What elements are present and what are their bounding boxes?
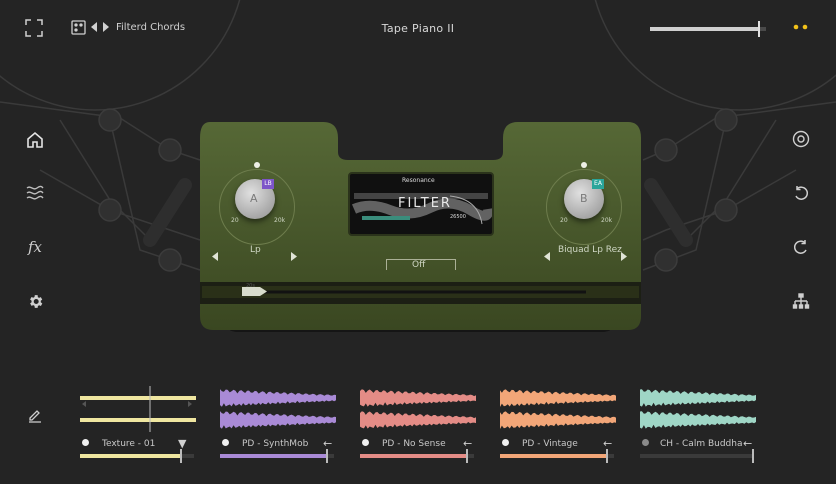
sample-slot[interactable]: CH - Calm Buddha ← <box>640 382 760 470</box>
waves-icon[interactable] <box>23 181 47 205</box>
settings-icon[interactable] <box>23 289 47 313</box>
slot-volume-fill <box>80 454 181 458</box>
slot-volume-handle[interactable] <box>606 449 609 463</box>
knob-a-letter: A <box>250 192 258 205</box>
knob-b-max: 20k <box>601 217 613 224</box>
right-reel <box>594 0 836 111</box>
fx-icon[interactable]: fx <box>23 235 47 259</box>
tape-handle-label: 20s <box>246 283 255 289</box>
filter-a-next-icon[interactable] <box>291 246 297 265</box>
slot-volume-slider[interactable] <box>220 449 334 463</box>
record-target-icon[interactable] <box>789 127 813 151</box>
filter-device: A LB 20 20k Lp B EA 20 20k Biquad Lp Rez… <box>198 120 643 338</box>
mode-off-label[interactable]: Off <box>412 260 425 270</box>
left-reel <box>0 0 241 111</box>
sample-slot[interactable]: PD - Vintage ← <box>500 382 620 470</box>
slot-volume-fill <box>360 454 467 458</box>
knob-b-indicator-dot <box>581 162 587 168</box>
filter-screen: Resonance FILTER 26500 <box>348 172 494 236</box>
undo-icon[interactable] <box>789 181 813 205</box>
filter-b-type: Biquad Lp Rez <box>558 245 622 255</box>
slot-volume-slider[interactable] <box>640 449 754 463</box>
knob-a-badge: LB <box>262 179 274 189</box>
slot-waveform <box>220 389 336 429</box>
slot-volume-handle[interactable] <box>326 449 329 463</box>
slot-active-dot[interactable] <box>642 439 649 446</box>
slot-waveform <box>80 386 196 432</box>
slot-volume-handle[interactable] <box>180 449 183 463</box>
slot-label: Texture - 01 <box>102 439 156 449</box>
home-icon[interactable] <box>23 128 47 152</box>
more-options-icon[interactable] <box>793 22 809 32</box>
sample-slot[interactable]: Texture - 01 ▼ <box>80 382 200 470</box>
filter-a-type: Lp <box>250 245 261 255</box>
slot-active-dot[interactable] <box>502 439 509 446</box>
filter-a-prev-icon[interactable] <box>212 246 218 265</box>
routing-icon[interactable] <box>789 289 813 313</box>
slot-label: PD - No Sense <box>382 439 446 449</box>
sample-slot[interactable]: PD - No Sense ← <box>360 382 480 470</box>
screen-title: Resonance <box>402 177 435 184</box>
slot-label: PD - Vintage <box>522 439 578 449</box>
slot-volume-fill <box>500 454 607 458</box>
knob-b-letter: B <box>580 192 588 205</box>
slot-waveform <box>640 389 756 429</box>
slot-waveform <box>500 389 616 429</box>
slot-active-dot[interactable] <box>362 439 369 446</box>
edit-pencil-icon[interactable] <box>23 403 47 427</box>
sample-slot[interactable]: PD - SynthMob ← <box>220 382 340 470</box>
knob-b-badge: EA <box>592 179 604 189</box>
slot-label: CH - Calm Buddha <box>660 439 743 449</box>
tape-position-handle[interactable]: 20s <box>242 282 268 296</box>
slot-waveform <box>360 389 476 429</box>
slot-active-dot[interactable] <box>82 439 89 446</box>
knob-a-indicator-dot <box>254 162 260 168</box>
filter-b-prev-icon[interactable] <box>544 246 550 265</box>
redo-icon[interactable] <box>789 235 813 259</box>
slot-volume-handle[interactable] <box>752 449 754 463</box>
slot-load-arrow-icon[interactable]: ← <box>743 437 752 450</box>
slot-volume-handle[interactable] <box>466 449 469 463</box>
slot-volume-slider[interactable] <box>360 449 474 463</box>
filter-b-next-icon[interactable] <box>621 246 627 265</box>
slot-volume-fill <box>220 454 327 458</box>
knob-a-max: 20k <box>274 217 286 224</box>
screen-value: 26500 <box>450 214 466 220</box>
screen-word: FILTER <box>398 196 452 211</box>
slot-label: PD - SynthMob <box>242 439 309 449</box>
master-volume-slider[interactable] <box>650 21 766 37</box>
slot-volume-slider[interactable] <box>500 449 614 463</box>
slot-active-dot[interactable] <box>222 439 229 446</box>
knob-a-min: 20 <box>231 217 239 224</box>
slot-volume-slider[interactable] <box>80 449 194 463</box>
knob-b-min: 20 <box>560 217 568 224</box>
